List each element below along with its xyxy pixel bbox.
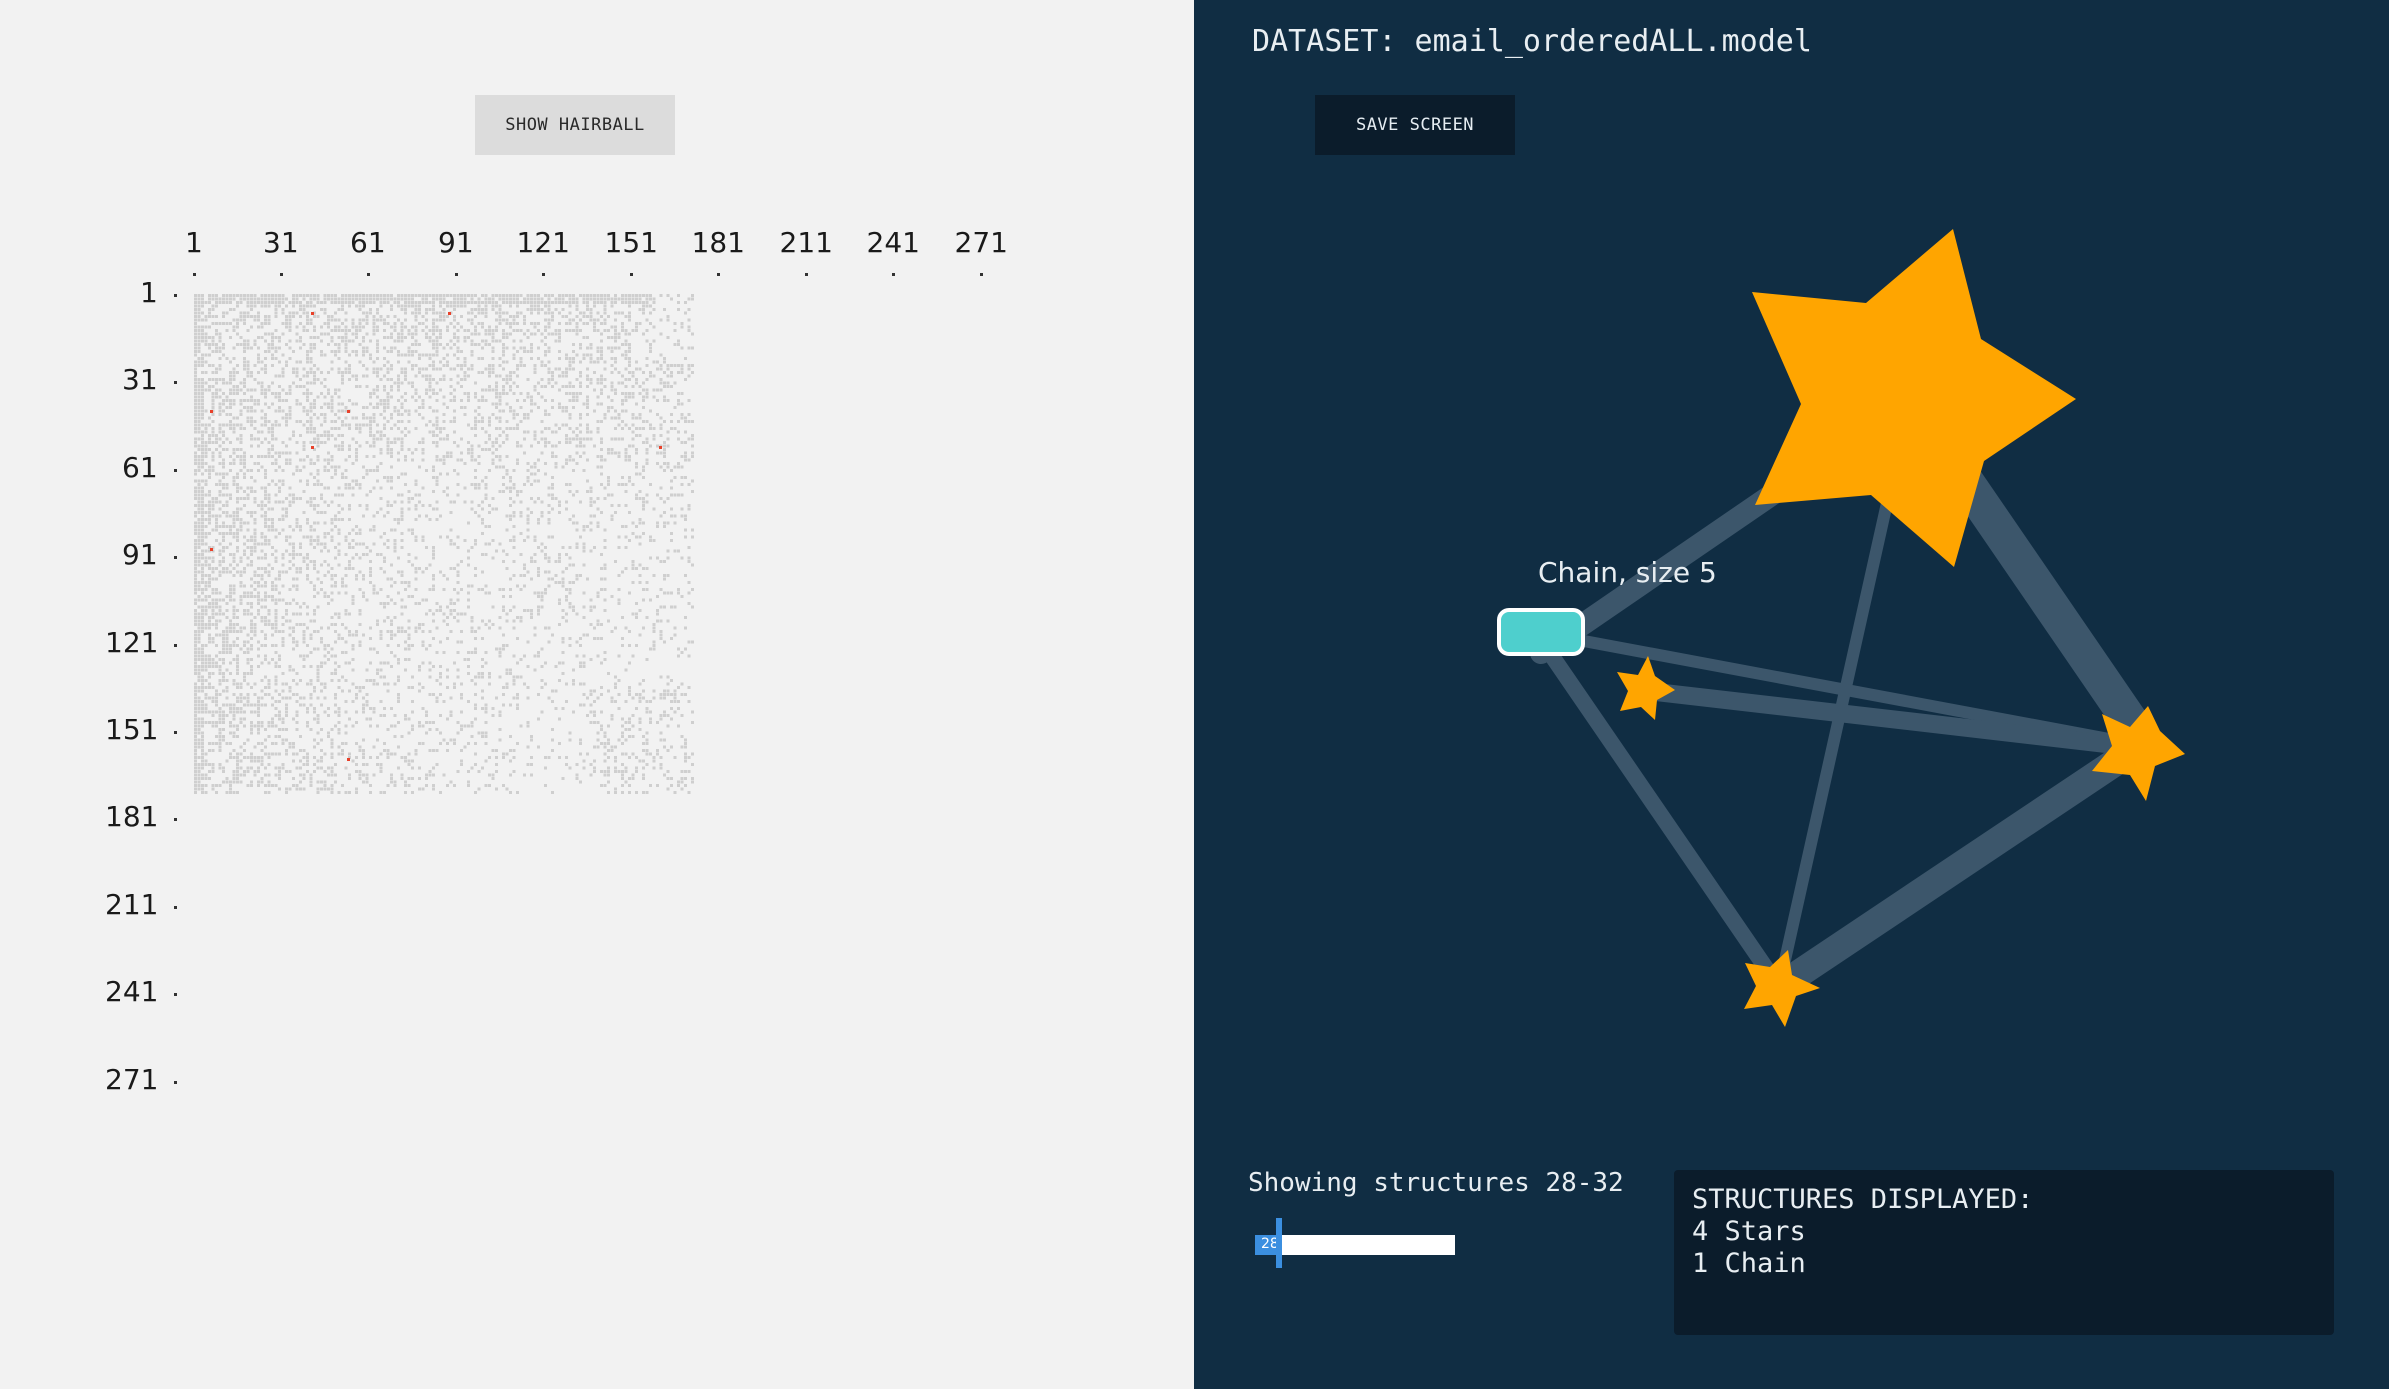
column-tick-mark xyxy=(717,273,720,276)
row-tick: 271 xyxy=(105,1063,159,1096)
row-tick: 121 xyxy=(105,626,159,659)
column-tick: 1 xyxy=(185,226,203,259)
column-tick-mark xyxy=(280,273,283,276)
adjacency-matrix xyxy=(174,273,983,1084)
matrix-cell-group xyxy=(194,294,694,794)
row-tick-mark xyxy=(174,993,177,996)
column-tick: 31 xyxy=(263,226,299,259)
column-tick-mark xyxy=(542,273,545,276)
column-tick-mark xyxy=(805,273,808,276)
structure-slider-thumb[interactable] xyxy=(1276,1218,1282,1268)
column-tick: 211 xyxy=(779,226,833,259)
row-tick: 61 xyxy=(122,451,158,484)
star-node-small[interactable] xyxy=(1617,656,1675,720)
column-tick-mark xyxy=(630,273,633,276)
structures-summary-line: 1 Chain xyxy=(1692,1248,1806,1279)
row-tick: 151 xyxy=(105,713,159,746)
highlight-cell xyxy=(448,312,451,315)
chain-label: Chain, size 5 xyxy=(1538,556,1717,589)
row-tick: 1 xyxy=(140,276,158,309)
row-tick: 181 xyxy=(105,800,159,833)
row-tick-mark xyxy=(174,469,177,472)
row-tick: 31 xyxy=(122,363,158,396)
row-tick-mark xyxy=(174,906,177,909)
structures-summary-line: 4 Stars xyxy=(1692,1216,1806,1247)
chain-node[interactable] xyxy=(1497,608,1585,656)
row-tick-mark xyxy=(174,294,177,297)
graph-edge xyxy=(1765,731,2155,1001)
column-tick: 151 xyxy=(604,226,658,259)
matrix-cells xyxy=(194,294,694,794)
row-tick-mark xyxy=(174,1081,177,1084)
column-tick-mark xyxy=(367,273,370,276)
highlight-cell xyxy=(659,446,662,449)
matrix-highlights xyxy=(210,312,662,761)
row-tick: 211 xyxy=(105,888,159,921)
highlight-cell xyxy=(210,410,213,413)
structure-slider-track[interactable] xyxy=(1255,1235,1455,1255)
highlight-cell xyxy=(311,446,314,449)
highlight-cell xyxy=(210,548,213,551)
row-tick-mark xyxy=(174,381,177,384)
column-tick-mark xyxy=(892,273,895,276)
column-tick-mark xyxy=(193,273,196,276)
structures-summary-heading: STRUCTURES DISPLAYED: xyxy=(1692,1184,2034,1215)
row-tick-mark xyxy=(174,644,177,647)
highlight-cell xyxy=(311,312,314,315)
row-tick-mark xyxy=(174,556,177,559)
column-tick: 61 xyxy=(350,226,386,259)
structures-summary-box: STRUCTURES DISPLAYED: 4 Stars 1 Chain xyxy=(1674,1170,2334,1335)
row-tick: 91 xyxy=(122,538,158,571)
column-tick: 271 xyxy=(954,226,1008,259)
row-tick: 241 xyxy=(105,975,159,1008)
star-node-large[interactable] xyxy=(1752,229,2076,567)
highlight-cell xyxy=(347,410,350,413)
column-tick-mark xyxy=(980,273,983,276)
row-tick-mark xyxy=(174,731,177,734)
row-tick-mark xyxy=(174,818,177,821)
showing-structures-label: Showing structures 28-32 xyxy=(1248,1168,1624,1198)
column-tick: 241 xyxy=(866,226,920,259)
column-tick: 181 xyxy=(691,226,745,259)
highlight-cell xyxy=(347,758,350,761)
column-tick: 121 xyxy=(516,226,570,259)
column-tick-mark xyxy=(455,273,458,276)
column-tick: 91 xyxy=(438,226,474,259)
